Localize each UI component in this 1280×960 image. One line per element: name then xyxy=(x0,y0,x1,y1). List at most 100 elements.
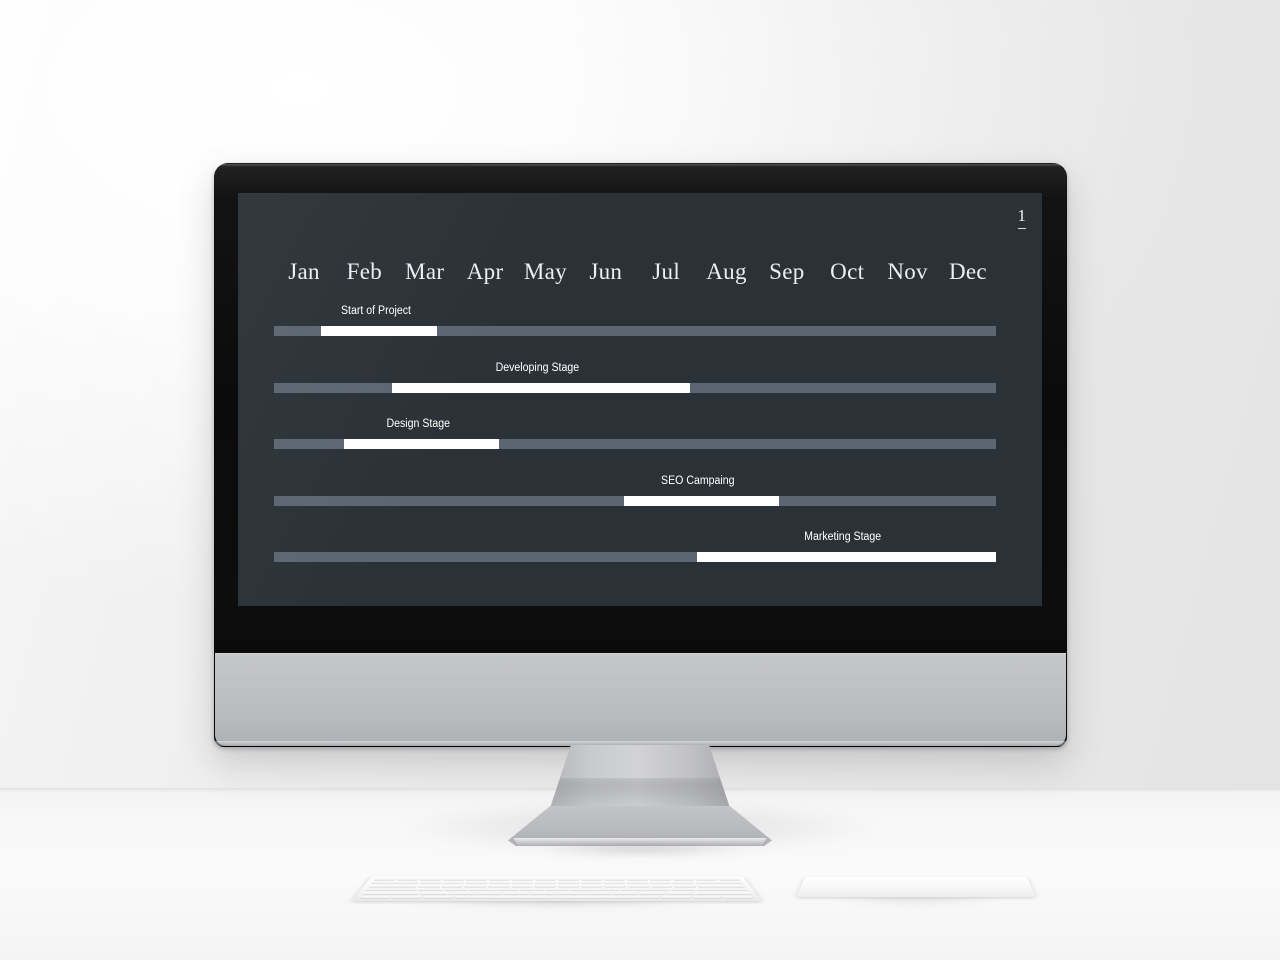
keyboard-key[interactable] xyxy=(419,877,443,881)
page-number: 1 xyxy=(1017,207,1026,229)
keyboard-key[interactable] xyxy=(488,877,511,881)
keyboard-key[interactable] xyxy=(660,895,692,899)
keyboard-key[interactable] xyxy=(580,877,603,881)
keyboard-key[interactable] xyxy=(626,877,649,881)
keyboard-key[interactable] xyxy=(620,888,645,891)
keyboard-key[interactable] xyxy=(359,895,392,899)
keyboard-key[interactable] xyxy=(650,884,674,888)
keyboard-key[interactable] xyxy=(627,884,650,888)
keyboard-key[interactable] xyxy=(695,888,749,891)
gantt-task-label: Developing Stage xyxy=(495,361,579,374)
keyboard-key[interactable] xyxy=(626,881,649,884)
keyboard-key[interactable] xyxy=(693,891,752,895)
gantt-bar[interactable] xyxy=(320,326,438,336)
keyboard-key[interactable] xyxy=(469,888,494,891)
keyboard-key[interactable] xyxy=(673,884,697,888)
keyboard-key[interactable] xyxy=(595,888,620,891)
keyboard-key[interactable] xyxy=(585,891,611,895)
month-label-mar: Mar xyxy=(405,259,445,284)
keyboard-key[interactable] xyxy=(534,877,557,881)
keyboard-key[interactable] xyxy=(442,877,465,881)
keyboard-key[interactable] xyxy=(649,877,672,881)
keyboard-key[interactable] xyxy=(475,891,502,895)
keyboard-key[interactable] xyxy=(534,884,557,888)
keyboard-key[interactable] xyxy=(444,888,469,891)
gantt-rows: Start of Project Developing Stage Design S… xyxy=(274,305,996,588)
keyboard-key[interactable] xyxy=(581,884,603,888)
keyboard-key[interactable] xyxy=(419,881,442,884)
keyboard-key[interactable] xyxy=(639,891,666,895)
keyboard-key[interactable] xyxy=(603,881,626,884)
gantt-bar[interactable] xyxy=(391,382,690,393)
keyboard-key[interactable] xyxy=(511,877,534,881)
month-label-jul: Jul xyxy=(652,259,681,284)
keyboard-key[interactable] xyxy=(396,877,420,881)
trackpad[interactable] xyxy=(796,876,1036,897)
keyboard-key[interactable] xyxy=(557,891,584,895)
keyboard-key[interactable] xyxy=(603,877,626,881)
keyboard-key[interactable] xyxy=(417,884,441,888)
keyboard-key[interactable] xyxy=(418,888,444,891)
keyboard-key[interactable] xyxy=(520,888,544,891)
keyboard-key[interactable] xyxy=(494,888,519,891)
keyboard-key[interactable] xyxy=(557,881,580,884)
keyboard-key[interactable] xyxy=(580,881,603,884)
keyboard-key[interactable] xyxy=(391,895,423,899)
keyboard-key[interactable] xyxy=(362,891,421,895)
keyboard-key[interactable] xyxy=(465,877,488,881)
keyboard-key[interactable] xyxy=(465,881,488,884)
keyboard-key[interactable] xyxy=(511,884,533,888)
keyboard-key[interactable] xyxy=(604,884,627,888)
keyboard-body[interactable] xyxy=(352,876,762,901)
keyboard-key[interactable] xyxy=(422,895,454,899)
keyboard-keys xyxy=(359,877,754,899)
gantt-row: Developing Stage xyxy=(274,362,996,419)
trackpad-surface[interactable] xyxy=(796,876,1036,897)
keyboard-key[interactable] xyxy=(612,891,639,895)
keyboard-key[interactable] xyxy=(557,877,580,881)
gantt-bar[interactable] xyxy=(696,552,996,562)
keyboard-key[interactable] xyxy=(666,891,694,895)
keyboard-key[interactable] xyxy=(487,884,510,888)
keyboard-key[interactable] xyxy=(464,884,487,888)
keyboard-key[interactable] xyxy=(696,884,746,888)
keyboard-key[interactable] xyxy=(530,891,557,895)
keyboard-key[interactable] xyxy=(691,895,723,899)
keyboard-key[interactable] xyxy=(420,891,448,895)
keyboard-key[interactable] xyxy=(717,877,741,881)
desk-scene: 1 Jan Feb Mar Apr May Jun Jul Aug Sep Oc… xyxy=(0,0,1280,960)
keyboard-key[interactable] xyxy=(511,881,534,884)
month-label-feb: Feb xyxy=(346,259,383,284)
bezel-highlight xyxy=(216,164,1065,167)
keyboard-key[interactable] xyxy=(534,881,557,884)
keyboard-key[interactable] xyxy=(649,881,672,884)
keyboard-key[interactable] xyxy=(371,881,420,884)
keyboard-key[interactable] xyxy=(448,891,475,895)
keyboard-key[interactable] xyxy=(441,884,464,888)
gantt-bar[interactable] xyxy=(343,439,499,449)
keyboard-key[interactable] xyxy=(672,881,695,884)
keyboard-key[interactable] xyxy=(671,877,695,881)
keyboard-key[interactable] xyxy=(365,888,419,891)
keyboard-key[interactable] xyxy=(368,884,418,888)
keyboard-key[interactable] xyxy=(557,884,580,888)
keyboard-key[interactable] xyxy=(645,888,670,891)
monitor-chin xyxy=(215,654,1066,746)
keyboard-row xyxy=(373,877,741,881)
keyboard-key[interactable] xyxy=(442,881,465,884)
keyboard-key[interactable] xyxy=(694,881,743,884)
gantt-bar[interactable] xyxy=(623,495,779,506)
keyboard-key[interactable] xyxy=(503,891,529,895)
keyboard-key[interactable] xyxy=(373,877,397,881)
monitor-screen: 1 Jan Feb Mar Apr May Jun Jul Aug Sep Oc… xyxy=(238,193,1042,606)
month-label-nov: Nov xyxy=(887,259,928,284)
keyboard-key[interactable] xyxy=(570,888,594,891)
keyboard[interactable] xyxy=(352,876,762,901)
keyboard-spacebar[interactable] xyxy=(454,895,660,899)
keyboard-key[interactable] xyxy=(670,888,695,891)
gantt-track xyxy=(274,382,996,393)
keyboard-key[interactable] xyxy=(488,881,511,884)
keyboard-key[interactable] xyxy=(694,877,718,881)
keyboard-key[interactable] xyxy=(722,895,754,899)
keyboard-key[interactable] xyxy=(545,888,569,891)
